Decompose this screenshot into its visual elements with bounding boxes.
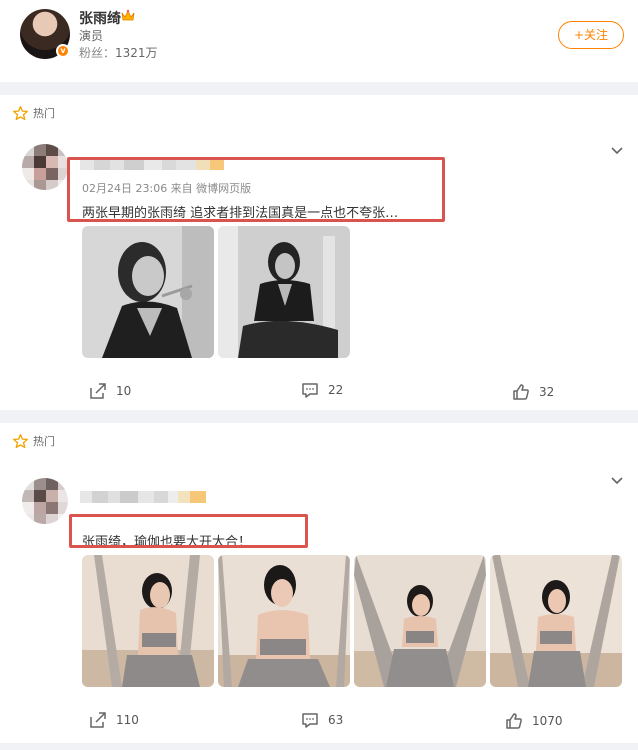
like-count: 1070 — [532, 714, 563, 728]
repost-button[interactable]: 10 — [89, 382, 131, 400]
hot-star-icon — [13, 105, 28, 120]
comment-icon — [302, 713, 318, 728]
profile-fans: 粉丝：1321万 — [79, 44, 158, 61]
comment-count: 63 — [328, 713, 344, 727]
comment-button[interactable]: 22 — [301, 381, 343, 399]
post-photo[interactable] — [490, 555, 622, 687]
post-photo[interactable] — [354, 555, 486, 687]
repost-icon — [90, 712, 106, 728]
repost-count: 110 — [116, 713, 139, 727]
author-name-blurred[interactable] — [80, 491, 206, 503]
comment-count: 22 — [328, 383, 344, 397]
hot-label: 热门 — [33, 435, 55, 448]
hot-star-icon — [13, 433, 28, 448]
crown-icon — [121, 9, 135, 21]
post-photo[interactable] — [82, 555, 214, 687]
profile-name[interactable]: 张雨绮 — [79, 8, 121, 28]
post-photo[interactable] — [218, 226, 350, 358]
author-avatar[interactable] — [22, 478, 68, 524]
like-button[interactable]: 1070 — [505, 712, 563, 730]
post-photo[interactable] — [82, 226, 214, 358]
fans-label: 粉丝： — [79, 46, 116, 60]
repost-icon — [90, 383, 106, 399]
like-icon — [506, 713, 522, 729]
chevron-down-icon[interactable] — [610, 473, 624, 487]
comment-button[interactable]: 63 — [301, 711, 343, 729]
post-card: 热门 02月24日 23:06 来自 微博网页版 两张早期的张雨绮 追求者排到法… — [0, 95, 638, 410]
repost-count: 10 — [116, 384, 132, 398]
follow-button[interactable]: +关注 — [558, 21, 624, 49]
hot-tag: 热门 — [12, 432, 55, 450]
like-icon — [513, 384, 529, 400]
post-card: 热门 张雨绮，瑜伽也要大开大合！ 110 63 1070 — [0, 423, 638, 743]
author-avatar[interactable] — [22, 144, 68, 190]
profile-role: 演员 — [79, 29, 104, 43]
post-photo[interactable] — [218, 555, 350, 687]
comment-icon — [302, 383, 318, 398]
highlight-box — [67, 157, 445, 222]
hot-tag: 热门 — [12, 104, 55, 122]
hot-label: 热门 — [33, 107, 55, 120]
like-button[interactable]: 32 — [512, 383, 554, 401]
repost-button[interactable]: 110 — [89, 711, 139, 729]
chevron-down-icon[interactable] — [610, 143, 624, 157]
like-count: 32 — [539, 385, 555, 399]
fans-count: 1321万 — [115, 46, 158, 60]
verified-icon: v — [56, 44, 70, 58]
highlight-box — [69, 514, 308, 548]
profile-card: v 张雨绮 演员 粉丝：1321万 +关注 — [0, 0, 638, 82]
